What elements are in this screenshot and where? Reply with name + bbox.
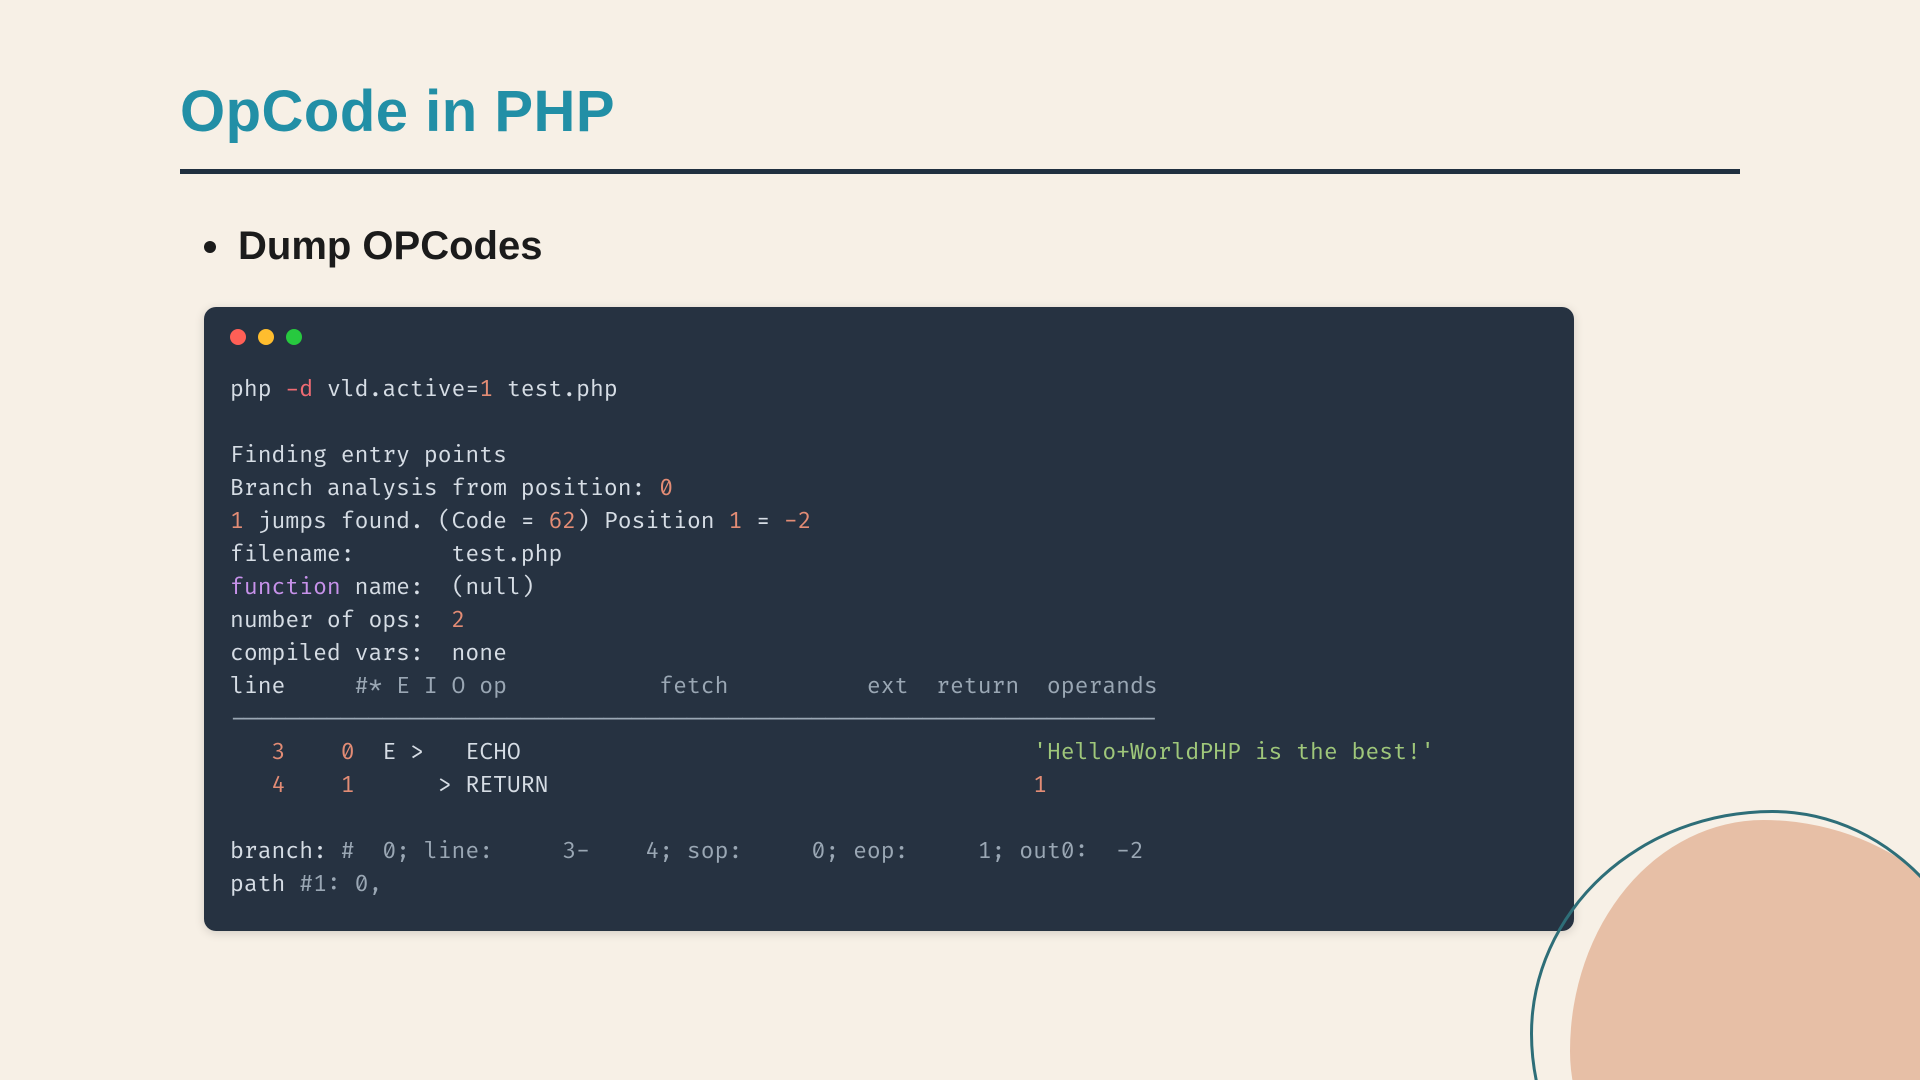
code-content: php -d vld.active=1 test.php Finding ent… <box>230 373 1548 901</box>
minimize-icon <box>258 329 274 345</box>
code-token: 2 <box>452 606 466 634</box>
title-rule <box>180 169 1740 174</box>
code-token: 62 <box>548 507 576 535</box>
window-controls <box>230 329 1548 345</box>
blob-outline <box>1530 810 1920 1080</box>
code-token: Finding entry points <box>230 441 507 469</box>
code-token: function <box>230 573 341 601</box>
code-token: branch: <box>230 837 341 865</box>
code-block: php -d vld.active=1 test.php Finding ent… <box>204 307 1574 931</box>
code-token: = <box>742 507 784 535</box>
code-token: E > ECHO <box>355 738 1033 766</box>
close-icon <box>230 329 246 345</box>
zoom-icon <box>286 329 302 345</box>
code-token: # 0; line: 3- 4; sop: 0; eop: 1; out0: -… <box>341 837 1144 865</box>
code-token: #1: 0, <box>299 870 382 898</box>
slide: OpCode in PHP Dump OPCodes php -d vld.ac… <box>0 0 1920 1080</box>
code-token: > RETURN <box>355 771 1033 799</box>
code-token: -2 <box>784 507 812 535</box>
code-token: name: (null) <box>341 573 535 601</box>
code-token: jumps found. (Code = <box>244 507 549 535</box>
code-token: path <box>230 870 299 898</box>
code-token: 1 <box>230 507 244 535</box>
code-token: 3 <box>230 738 285 766</box>
code-token: 'Hello+WorldPHP is the best!' <box>1033 738 1435 766</box>
code-token: 0 <box>659 474 673 502</box>
code-token: -d <box>285 375 313 403</box>
code-token: 1 <box>479 375 493 403</box>
code-token: line <box>230 672 355 700</box>
code-token: 4 <box>230 771 285 799</box>
bullet-text: Dump OPCodes <box>238 224 542 269</box>
code-token: Branch analysis from position: <box>230 474 659 502</box>
code-token: filename: test.php <box>230 540 562 568</box>
code-token: compiled vars: none <box>230 639 507 667</box>
code-token: 1 <box>285 771 354 799</box>
code-token: ----------------------------------------… <box>230 705 1158 733</box>
slide-title: OpCode in PHP <box>180 78 1740 145</box>
bullet-row: Dump OPCodes <box>204 224 1740 269</box>
code-token: ) Position <box>576 507 728 535</box>
code-token: test.php <box>493 375 618 403</box>
code-token: #* E I O op fetch ext return operands <box>355 672 1158 700</box>
code-token: vld.active= <box>313 375 479 403</box>
bullet-icon <box>204 241 216 253</box>
code-token: number of ops: <box>230 606 452 634</box>
decorative-blob <box>1570 820 1920 1080</box>
code-token: 0 <box>285 738 354 766</box>
code-token: 1 <box>1033 771 1047 799</box>
code-token: php <box>230 375 285 403</box>
code-token: 1 <box>729 507 743 535</box>
